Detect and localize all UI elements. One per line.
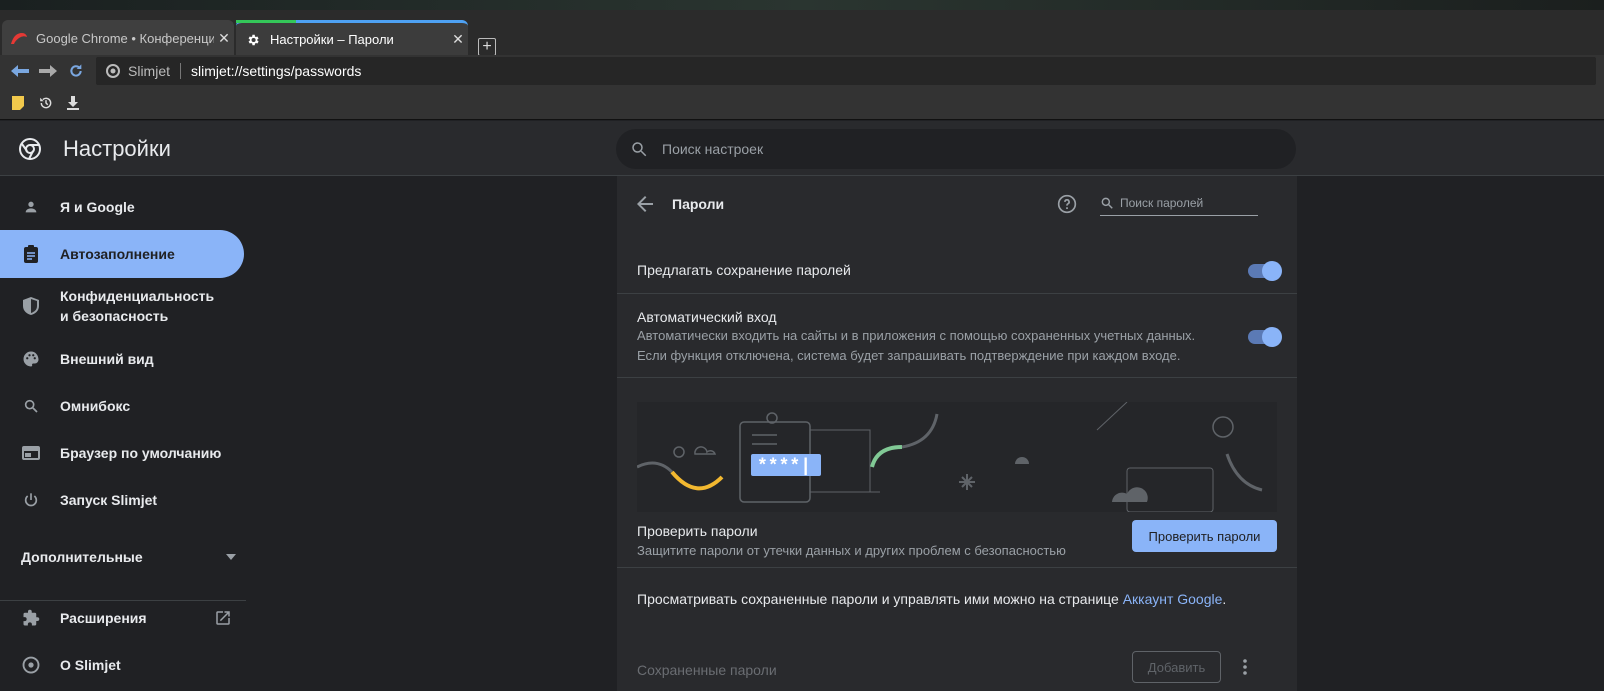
slimjet-favicon <box>10 29 28 47</box>
passwords-header: Пароли Поиск паролей <box>617 176 1297 234</box>
advanced-section-toggle[interactable]: Дополнительные <box>21 549 236 565</box>
shield-icon <box>19 297 43 315</box>
password-search-input[interactable]: Поиск паролей <box>1120 196 1203 210</box>
password-search-field[interactable]: Поиск паролей <box>1100 191 1258 216</box>
check-passwords-button[interactable]: Проверить пароли <box>1132 520 1277 552</box>
puzzle-icon <box>19 609 43 627</box>
offer-save-label: Предлагать сохранение паролей <box>637 262 851 278</box>
site-info-icon[interactable] <box>106 64 120 78</box>
tab-close-icon[interactable]: ✕ <box>448 31 468 48</box>
chrome-logo-icon <box>19 138 41 160</box>
tab-title: Настройки – Пароли <box>270 32 394 47</box>
power-icon <box>19 492 43 508</box>
sidebar-item-label: Конфиденциальность и безопасность <box>60 288 215 324</box>
sidebar-item-extensions[interactable]: Расширения <box>0 594 246 642</box>
sidebar-item-label: Автозаполнение <box>60 246 175 262</box>
omnibox[interactable]: Slimjet slimjet://settings/passwords <box>96 57 1596 85</box>
omnibox-url[interactable]: slimjet://settings/passwords <box>191 63 361 79</box>
sidebar-item-label: Запуск Slimjet <box>60 492 158 508</box>
sidebar-item-appearance[interactable]: Внешний вид <box>0 335 244 383</box>
sidebar-item-omnibox[interactable]: Омнибокс <box>0 382 244 430</box>
chrome-logo-icon <box>19 656 43 674</box>
clipboard-icon <box>19 245 43 263</box>
auto-signin-row: Автоматический вход Автоматически входит… <box>617 294 1297 378</box>
auto-signin-label: Автоматический вход <box>637 309 777 325</box>
chevron-down-icon <box>226 554 236 560</box>
sidebar-item-label: Расширения <box>60 610 147 626</box>
tab-title: Google Chrome • Конференция G <box>36 30 214 46</box>
settings-sidebar: Я и Google Автозаполнение Конфиденциальн… <box>0 176 248 691</box>
sidebar-item-label: Браузер по умолчанию <box>60 445 222 461</box>
back-arrow-icon[interactable] <box>637 196 653 212</box>
check-passwords-row: Проверить пароли Защитите пароли от утеч… <box>617 512 1297 568</box>
tab-bar: Google Chrome • Конференция G ✕ Настройк… <box>0 10 1604 56</box>
add-password-button[interactable]: Добавить <box>1132 651 1221 683</box>
auto-signin-toggle[interactable] <box>1248 327 1282 347</box>
palette-icon <box>19 350 43 368</box>
forward-button[interactable] <box>38 61 58 81</box>
sidebar-item-label: О Slimjet <box>60 657 121 673</box>
password-check-illustration: ****| <box>636 401 1277 513</box>
notes-icon[interactable] <box>10 95 26 111</box>
search-icon <box>1101 197 1113 209</box>
manage-passwords-text: Просматривать сохраненные пароли и управ… <box>637 591 1226 607</box>
search-icon <box>19 398 43 414</box>
google-account-link[interactable]: Аккаунт Google <box>1123 591 1223 607</box>
external-link-icon <box>214 609 232 627</box>
search-input[interactable]: Поиск настроек <box>662 141 763 157</box>
manage-text-end: . <box>1222 591 1227 607</box>
window-top-strip <box>0 0 1604 10</box>
help-icon[interactable] <box>1057 194 1077 214</box>
advanced-label: Дополнительные <box>21 549 143 565</box>
more-options-icon[interactable] <box>1243 659 1247 675</box>
bookmarks-bar <box>0 87 1604 120</box>
omnibox-site-name: Slimjet <box>128 63 171 79</box>
download-icon[interactable] <box>65 95 81 111</box>
offer-save-row: Предлагать сохранение паролей <box>617 234 1297 294</box>
browser-icon <box>19 446 43 460</box>
passwords-card: Пароли Поиск паролей Предлагать сохранен… <box>617 176 1297 691</box>
settings-search-box[interactable]: Поиск настроек <box>616 129 1296 169</box>
search-icon <box>632 142 647 157</box>
manage-text: Просматривать сохраненные пароли и управ… <box>637 591 1123 607</box>
back-button[interactable] <box>10 61 30 81</box>
new-tab-button[interactable]: + <box>478 38 496 56</box>
omnibox-separator <box>180 63 182 79</box>
sidebar-item-about[interactable]: О Slimjet <box>0 641 244 689</box>
person-icon <box>19 199 43 215</box>
settings-header: Настройки Поиск настроек <box>0 121 1604 176</box>
page-title: Настройки <box>63 136 171 161</box>
tab-close-icon[interactable]: ✕ <box>214 30 234 47</box>
saved-passwords-label: Сохраненные пароли <box>637 662 777 678</box>
sidebar-item-autofill[interactable]: Автозаполнение <box>0 230 244 278</box>
auto-signin-description: Автоматически входить на сайты и в прило… <box>637 328 1196 363</box>
navigation-bar: Slimjet slimjet://settings/passwords <box>0 55 1604 87</box>
check-passwords-description: Защитите пароли от утечки данных и други… <box>637 543 1066 558</box>
reload-button[interactable] <box>66 61 86 81</box>
history-icon[interactable] <box>38 95 54 111</box>
gear-icon <box>244 31 262 49</box>
sidebar-item-label: Я и Google <box>60 199 135 215</box>
check-passwords-label: Проверить пароли <box>637 523 758 539</box>
section-title: Пароли <box>672 196 725 212</box>
sidebar-item-privacy[interactable]: Конфиденциальность и безопасность <box>0 282 244 330</box>
tab-conference[interactable]: Google Chrome • Конференция G ✕ <box>2 20 234 56</box>
offer-save-toggle[interactable] <box>1248 261 1282 281</box>
sidebar-item-default-browser[interactable]: Браузер по умолчанию <box>0 429 244 477</box>
sidebar-item-label: Внешний вид <box>60 351 154 367</box>
password-mask: ****| <box>757 457 811 477</box>
tab-settings-passwords[interactable]: Настройки – Пароли ✕ <box>236 20 468 56</box>
sidebar-item-startup[interactable]: Запуск Slimjet <box>0 476 244 524</box>
sidebar-item-you-and-google[interactable]: Я и Google <box>0 183 244 231</box>
sidebar-item-label: Омнибокс <box>60 398 131 414</box>
